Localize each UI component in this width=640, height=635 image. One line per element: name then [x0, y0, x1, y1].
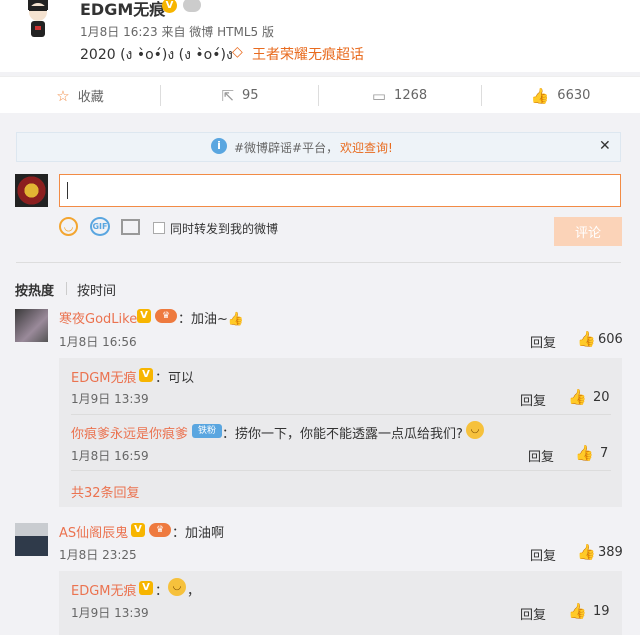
reply-button[interactable]: 回复 [520, 604, 546, 623]
fan-badge: 铁粉 [192, 424, 222, 438]
comment-count: 1268 [394, 88, 428, 103]
member-emblem-icon [183, 0, 201, 12]
comment-button[interactable]: ▭ 1268 [318, 77, 481, 114]
like-button[interactable]: 👍 6630 [481, 77, 640, 114]
reply-time: 1月8日 16:59 [71, 449, 149, 463]
post-author-name[interactable]: EDGM无痕 [80, 0, 165, 20]
comment-like-count: 389 [598, 545, 623, 560]
reply-button[interactable]: 回复 [530, 545, 556, 564]
thumbs-up-icon[interactable]: 👍 [568, 602, 587, 620]
diamond-icon: ◇ [232, 44, 243, 60]
reply-button[interactable]: 回复 [530, 332, 556, 351]
commenter-avatar[interactable] [15, 523, 48, 556]
repost-count: 95 [242, 88, 259, 103]
verified-v-icon: V [137, 309, 151, 323]
commenter-name[interactable]: AS仙阁辰鬼 [59, 522, 128, 541]
notice-text: #微博辟谣#平台， [234, 141, 339, 155]
post-author-avatar[interactable] [18, 0, 58, 38]
comment-text: ：加油啊 [172, 526, 225, 541]
comment-text: ：加油~👍 [178, 312, 245, 327]
post-text: 2020 (ง •̀o•́)ง (ง •̀o•́)ง [80, 47, 233, 63]
reply-like-count: 20 [593, 390, 610, 405]
member-badge-icon: ♛ [149, 523, 171, 537]
action-bar: ☆ 收藏 ⇱ 95 ▭ 1268 👍 6630 [0, 76, 640, 113]
verified-v-icon: V [131, 523, 145, 537]
thumbs-up-icon[interactable]: 👍 [575, 444, 594, 462]
divider [16, 262, 621, 263]
comment-icon: ▭ [371, 86, 387, 105]
reply-button[interactable]: 回复 [528, 446, 554, 465]
divider [71, 414, 611, 415]
repost-checkbox[interactable] [153, 222, 165, 234]
thumbs-up-icon[interactable]: 👍 [568, 388, 587, 406]
emoji-icon: ◡ [466, 421, 484, 439]
thumbs-up-icon[interactable]: 👍 [577, 330, 596, 348]
commenter-avatar[interactable] [15, 309, 48, 342]
reply-text-prefix: ： [155, 584, 169, 599]
close-icon[interactable]: ✕ [599, 138, 611, 154]
submit-comment-button[interactable]: 评论 [554, 217, 622, 246]
comment-time: 1月8日 16:56 [59, 335, 137, 349]
member-badge-icon: ♛ [155, 309, 177, 323]
divider [66, 282, 67, 295]
reply-like-count: 19 [593, 604, 610, 619]
sort-by-time[interactable]: 按时间 [77, 280, 116, 299]
commenter-name[interactable]: 寒夜GodLike [59, 308, 137, 327]
repost-checkbox-label: 同时转发到我的微博 [170, 222, 279, 236]
reply-time: 1月9日 13:39 [71, 392, 149, 406]
reply-text: ：可以 [155, 371, 195, 386]
comment-like-count: 606 [598, 332, 623, 347]
more-replies-link[interactable]: 共32条回复 [71, 482, 140, 501]
comment-time: 1月8日 23:25 [59, 548, 137, 562]
verified-v-icon: V [139, 368, 153, 382]
gif-icon[interactable]: GIF [90, 217, 110, 236]
post-meta: 1月8日 16:23 来自 微博 HTML5 版 [80, 25, 274, 39]
repost-button[interactable]: ⇱ 95 [160, 77, 320, 114]
favorite-button[interactable]: ☆ 收藏 [0, 77, 160, 114]
comment-input[interactable] [59, 174, 621, 207]
reply-author[interactable]: 你痕爹永远是你痕爹 [71, 423, 188, 442]
info-icon: i [211, 138, 227, 154]
topic-link[interactable]: 王者荣耀无痕超话 [252, 44, 364, 64]
reply-time: 1月9日 13:39 [71, 606, 149, 620]
reply-text: ， [187, 584, 201, 599]
reply-like-count: 7 [600, 446, 609, 461]
notice-link[interactable]: 欢迎查询! [340, 139, 393, 156]
repost-icon: ⇱ [221, 86, 235, 105]
like-count: 6630 [557, 88, 591, 103]
image-icon[interactable] [121, 219, 140, 235]
my-avatar [15, 174, 48, 207]
divider [71, 470, 611, 471]
thumbs-up-icon[interactable]: 👍 [577, 543, 596, 561]
grin-emoji-icon: ◡ [168, 578, 186, 596]
reply-author[interactable]: EDGM无痕 [71, 580, 137, 599]
reply-text: ：捞你一下，你能不能透露一点瓜给我们? [222, 427, 463, 442]
sort-by-hot[interactable]: 按热度 [15, 280, 54, 299]
reply-button[interactable]: 回复 [520, 390, 546, 409]
reply-author[interactable]: EDGM无痕 [71, 367, 137, 386]
favorite-label: 收藏 [77, 90, 104, 105]
emoji-icon[interactable]: ◡ [59, 217, 78, 236]
text-cursor [67, 182, 68, 199]
thumbs-up-icon: 👍 [530, 86, 550, 105]
star-icon: ☆ [56, 86, 70, 105]
verified-v-icon: V [139, 581, 153, 595]
